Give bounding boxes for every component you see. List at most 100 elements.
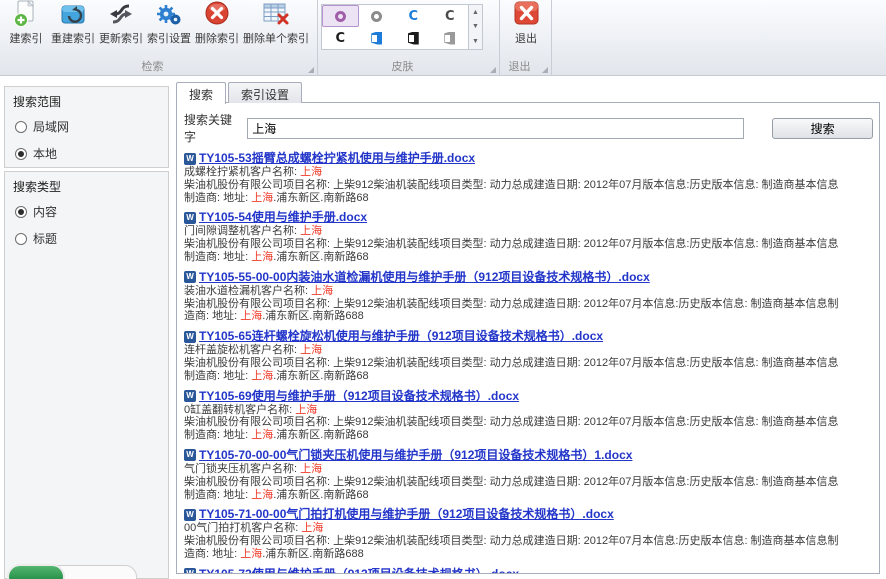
- result-item: WTY105-72使用与维护手册（912项目设备技术规格书）.docx: [184, 567, 873, 574]
- radio-label: 标题: [33, 230, 57, 247]
- skin-1-icon[interactable]: [322, 5, 359, 27]
- highlight-keyword: 上海: [251, 429, 273, 441]
- exit-icon: [511, 0, 541, 29]
- result-title-row: WTY105-54使用与维护手册.docx: [184, 210, 873, 225]
- table-delete-icon: [261, 0, 291, 29]
- search-scope-options: 局域网本地: [13, 118, 160, 162]
- gallery-expand-icon[interactable]: ▼: [472, 38, 479, 45]
- floating-green-button[interactable]: [7, 564, 65, 579]
- result-title-row: WTY105-72使用与维护手册（912项目设备技术规格书）.docx: [184, 567, 873, 574]
- highlight-keyword: 上海: [251, 370, 273, 382]
- tab-index-settings[interactable]: 索引设置: [228, 82, 302, 103]
- highlight-keyword: 上海: [295, 404, 317, 416]
- radio-icon: [15, 233, 27, 245]
- radio-icon: [15, 148, 27, 160]
- gallery-scroll: ▲ ▼ ▼: [469, 4, 483, 50]
- rebuild-index-button[interactable]: 重建索引: [49, 1, 97, 46]
- highlight-keyword: 上海: [311, 285, 333, 297]
- result-link[interactable]: TY105-53摇臂总成螺栓拧紧机使用与维护手册.docx: [199, 151, 475, 166]
- result-snippet-line3: 制造商: 地址: 上海.浦东新区.南新路68: [184, 489, 873, 502]
- result-snippet-line1: 成螺栓拧紧机客户名称: 上海: [184, 166, 873, 179]
- result-snippet-line2: 柴油机股份有限公司项目名称: 上柴912柴油机装配线项目类型: 动力总成建造日期…: [184, 357, 873, 370]
- sidebar: 搜索范围 局域网本地 搜索类型 内容标题: [4, 86, 169, 579]
- search-panel: 搜索关键字 搜索 WTY105-53摇臂总成螺栓拧紧机使用与维护手册.docx成…: [176, 102, 880, 574]
- result-snippet-line1: 00气门拍打机客户名称: 上海: [184, 522, 873, 535]
- tab-search[interactable]: 搜索: [176, 82, 226, 104]
- radio-option-标题[interactable]: 标题: [15, 230, 160, 247]
- result-snippet-line1: 气门锁夹压机客户名称: 上海: [184, 463, 873, 476]
- result-snippet-line2: 柴油机股份有限公司项目名称: 上柴912柴油机装配线项目类型: 动力总成建造日期…: [184, 416, 873, 429]
- result-snippet-line1: 装油水道检漏机客户名称: 上海: [184, 285, 873, 298]
- word-document-icon: W: [184, 331, 196, 343]
- result-snippet-line3: 制造商: 地址: 上海.浦东新区.南新路68: [184, 370, 873, 383]
- result-snippet-line3: 制造商: 地址: 上海.浦东新区.南新路68: [184, 251, 873, 264]
- highlight-keyword: 上海: [251, 489, 273, 501]
- dialog-launcher-icon[interactable]: [308, 67, 314, 73]
- skin-6-icon[interactable]: [359, 27, 396, 49]
- result-link[interactable]: TY105-65连杆螺栓旋松机使用与维护手册（912项目设备技术规格书）.doc…: [199, 329, 603, 344]
- result-snippet-line3: 造商: 地址: 上海.浦东新区.南新路688: [184, 548, 873, 561]
- result-snippet-line2: 柴油机股份有限公司项目名称: 上柴912柴油机装配线项目类型: 动力总成建造日期…: [184, 476, 873, 489]
- radio-option-内容[interactable]: 内容: [15, 203, 160, 220]
- skin-2-icon[interactable]: [359, 5, 396, 27]
- radio-option-局域网[interactable]: 局域网: [15, 118, 160, 135]
- create-index-button[interactable]: 建索引: [3, 1, 49, 46]
- ribbon-group-label: 检索: [0, 58, 305, 74]
- ribbon-group-label: 退出: [500, 58, 539, 74]
- ribbon-group-skins: C C C ▲ ▼ ▼ 皮肤: [318, 0, 500, 75]
- highlight-keyword: 上海: [300, 463, 322, 475]
- highlight-keyword: 上海: [301, 522, 323, 534]
- skin-5-icon[interactable]: C: [322, 27, 359, 49]
- ribbon-group-label: 皮肤: [318, 58, 487, 74]
- result-snippet-line1: 门间隙调整机客户名称: 上海: [184, 225, 873, 238]
- result-link[interactable]: TY105-70-00-00气门锁夹压机使用与维护手册（912项目设备技术规格书…: [199, 448, 632, 463]
- result-title-row: WTY105-55-00-00内装油水道检漏机使用与维护手册（912项目设备技术…: [184, 270, 873, 285]
- skin-glyph: C: [445, 10, 455, 23]
- search-row: 搜索关键字 搜索: [184, 111, 873, 145]
- main-panel: 搜索 索引设置 搜索关键字 搜索 WTY105-53摇臂总成螺栓拧紧机使用与维护…: [176, 82, 880, 574]
- result-item: WTY105-53摇臂总成螺栓拧紧机使用与维护手册.docx成螺栓拧紧机客户名称…: [184, 151, 873, 204]
- index-settings-button[interactable]: 索引设置: [145, 1, 193, 46]
- result-title-row: WTY105-71-00-00气门拍打机使用与维护手册（912项目设备技术规格书…: [184, 507, 873, 522]
- update-index-button[interactable]: 更新索引: [97, 1, 145, 46]
- skin-glyph: C: [335, 32, 345, 45]
- ribbon-spacer: [552, 0, 886, 75]
- radio-label: 局域网: [33, 118, 69, 135]
- result-title-row: WTY105-53摇臂总成螺栓拧紧机使用与维护手册.docx: [184, 151, 873, 166]
- skin-7-icon[interactable]: [395, 27, 432, 49]
- search-type-title: 搜索类型: [13, 178, 160, 195]
- word-document-icon: W: [184, 153, 196, 165]
- search-keyword-input[interactable]: [247, 118, 744, 139]
- skin-3-icon[interactable]: C: [395, 5, 432, 27]
- result-snippet-line2: 柴油机股份有限公司项目名称: 上柴912柴油机装配线项目类型: 动力总成建造日期…: [184, 298, 873, 311]
- result-link[interactable]: TY105-54使用与维护手册.docx: [199, 210, 367, 225]
- search-type-options: 内容标题: [13, 203, 160, 247]
- result-link[interactable]: TY105-69使用与维护手册（912项目设备技术规格书）.docx: [199, 389, 519, 404]
- result-link[interactable]: TY105-71-00-00气门拍打机使用与维护手册（912项目设备技术规格书）…: [199, 507, 614, 522]
- skin-glyph: [335, 11, 346, 22]
- delete-index-button[interactable]: 删除索引: [193, 1, 241, 46]
- radio-label: 本地: [33, 145, 57, 162]
- word-document-icon: W: [184, 449, 196, 461]
- radio-option-本地[interactable]: 本地: [15, 145, 160, 162]
- skin-8-icon[interactable]: [432, 27, 469, 49]
- dialog-launcher-icon[interactable]: [490, 67, 496, 73]
- exit-button[interactable]: 退出: [503, 1, 549, 46]
- result-snippet-line1: 0缸盖翻转机客户名称: 上海: [184, 404, 873, 417]
- result-item: WTY105-69使用与维护手册（912项目设备技术规格书）.docx0缸盖翻转…: [184, 389, 873, 442]
- skin-gallery: C C C: [321, 4, 469, 50]
- search-button[interactable]: 搜索: [772, 118, 873, 139]
- result-title-row: WTY105-65连杆螺栓旋松机使用与维护手册（912项目设备技术规格书）.do…: [184, 329, 873, 344]
- result-link[interactable]: TY105-72使用与维护手册（912项目设备技术规格书）.docx: [199, 567, 519, 574]
- radio-icon: [15, 206, 27, 218]
- gallery-down-icon[interactable]: ▼: [472, 23, 479, 30]
- search-scope-box: 搜索范围 局域网本地: [4, 86, 169, 168]
- word-document-icon: W: [184, 390, 196, 402]
- dialog-launcher-icon[interactable]: [542, 67, 548, 73]
- skin-4-icon[interactable]: C: [432, 5, 469, 27]
- result-link[interactable]: TY105-55-00-00内装油水道检漏机使用与维护手册（912项目设备技术规…: [199, 270, 650, 285]
- highlight-keyword: 上海: [251, 192, 273, 204]
- skin-glyph: C: [408, 10, 418, 23]
- gallery-up-icon[interactable]: ▲: [472, 9, 479, 16]
- delete-single-index-button[interactable]: 删除单个索引: [241, 1, 311, 46]
